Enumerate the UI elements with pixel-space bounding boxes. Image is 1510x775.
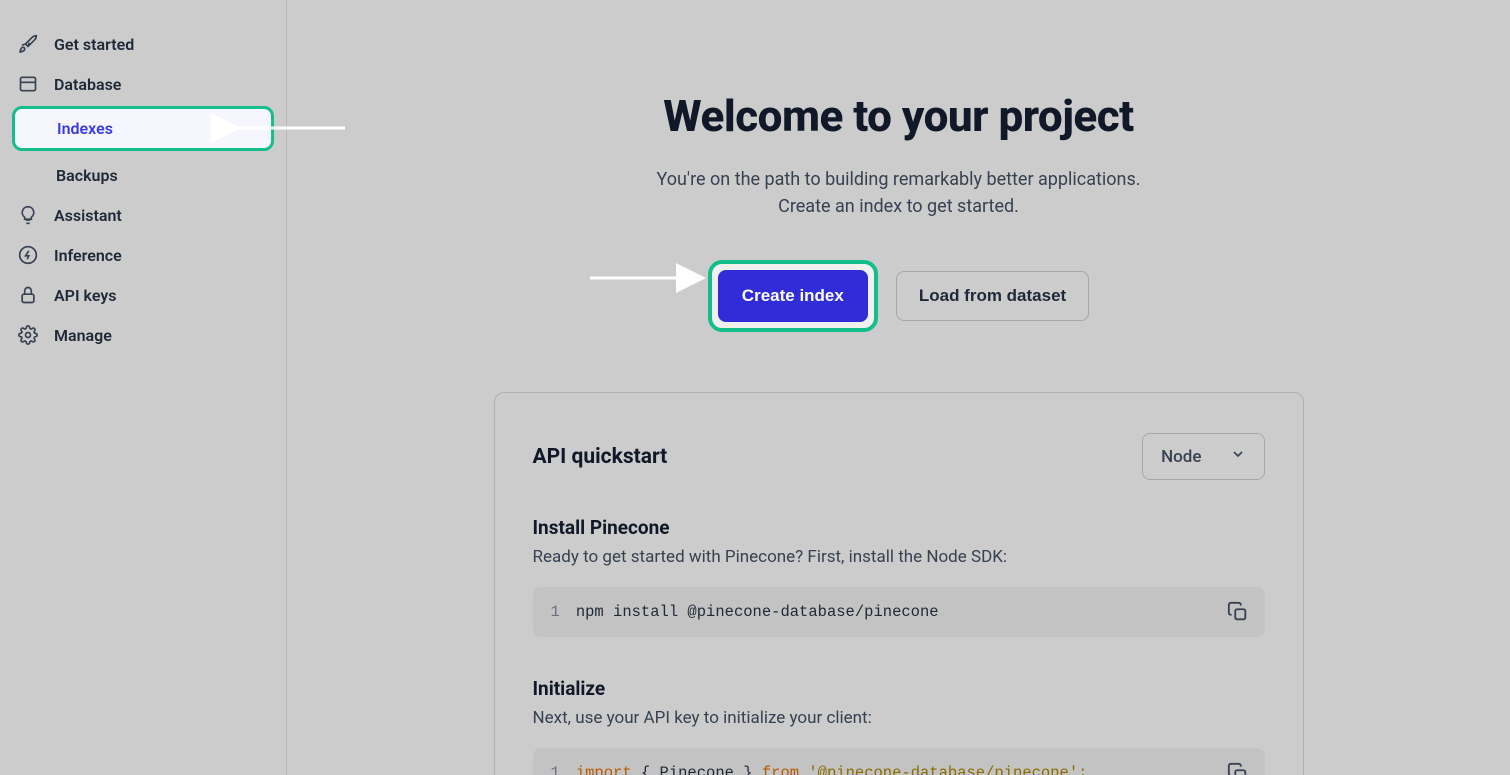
language-select-value: Node [1161, 447, 1201, 467]
init-title: Initialize [533, 677, 1265, 700]
rocket-icon [18, 34, 38, 54]
sidebar-label-manage: Manage [54, 326, 112, 345]
sidebar-label-indexes: Indexes [57, 119, 113, 138]
code-line-number: 1 [551, 603, 560, 621]
chevron-down-icon [1230, 446, 1246, 467]
init-code: import { Pinecone } from '@pinecone-data… [576, 764, 1088, 775]
quickstart-panel: API quickstart Node Install Pinecone Rea… [494, 392, 1304, 775]
code-line-number: 1 [551, 764, 560, 775]
quickstart-title: API quickstart [533, 445, 668, 469]
hero-section: Welcome to your project You're on the pa… [499, 90, 1299, 332]
sidebar: Get started Database Indexes Backups Ass… [0, 0, 287, 775]
language-select[interactable]: Node [1142, 433, 1264, 480]
load-dataset-button[interactable]: Load from dataset [896, 271, 1089, 321]
subtitle-line2: Create an index to get started. [778, 196, 1019, 217]
sidebar-label-inference: Inference [54, 246, 122, 265]
sidebar-item-indexes[interactable]: Indexes [12, 106, 274, 151]
sidebar-item-get-started[interactable]: Get started [0, 24, 286, 64]
sidebar-label-backups: Backups [56, 166, 118, 185]
bulb-icon [18, 205, 38, 225]
init-code-block: 1 import { Pinecone } from '@pinecone-da… [533, 748, 1265, 775]
install-sub: Ready to get started with Pinecone? Firs… [533, 547, 1265, 567]
sidebar-label-get-started: Get started [54, 35, 134, 54]
install-code: npm install @pinecone-database/pinecone [576, 603, 939, 621]
bolt-icon [18, 245, 38, 265]
subtitle-line1: You're on the path to building remarkabl… [657, 169, 1141, 190]
sidebar-item-database[interactable]: Database [0, 64, 286, 104]
sidebar-item-assistant[interactable]: Assistant [0, 195, 286, 235]
hero-buttons: Create index Load from dataset [499, 260, 1299, 332]
copy-icon[interactable] [1227, 601, 1249, 623]
database-icon [18, 74, 38, 94]
page-title: Welcome to your project [499, 90, 1299, 142]
sidebar-label-assistant: Assistant [54, 206, 122, 225]
init-sub: Next, use your API key to initialize you… [533, 708, 1265, 728]
sidebar-item-backups[interactable]: Backups [0, 156, 286, 195]
copy-icon[interactable] [1227, 762, 1249, 775]
create-index-highlight: Create index [708, 260, 878, 332]
sidebar-label-api-keys: API keys [54, 286, 117, 305]
sidebar-item-api-keys[interactable]: API keys [0, 275, 286, 315]
quickstart-header: API quickstart Node [533, 433, 1265, 480]
install-code-block: 1 npm install @pinecone-database/pinecon… [533, 587, 1265, 637]
create-index-button[interactable]: Create index [718, 270, 868, 322]
install-title: Install Pinecone [533, 516, 1265, 539]
main-content: Welcome to your project You're on the pa… [287, 0, 1510, 775]
page-subtitle: You're on the path to building remarkabl… [499, 166, 1299, 220]
sidebar-item-manage[interactable]: Manage [0, 315, 286, 355]
sidebar-item-inference[interactable]: Inference [0, 235, 286, 275]
gear-icon [18, 325, 38, 345]
lock-icon [18, 285, 38, 305]
sidebar-label-database: Database [54, 75, 121, 94]
